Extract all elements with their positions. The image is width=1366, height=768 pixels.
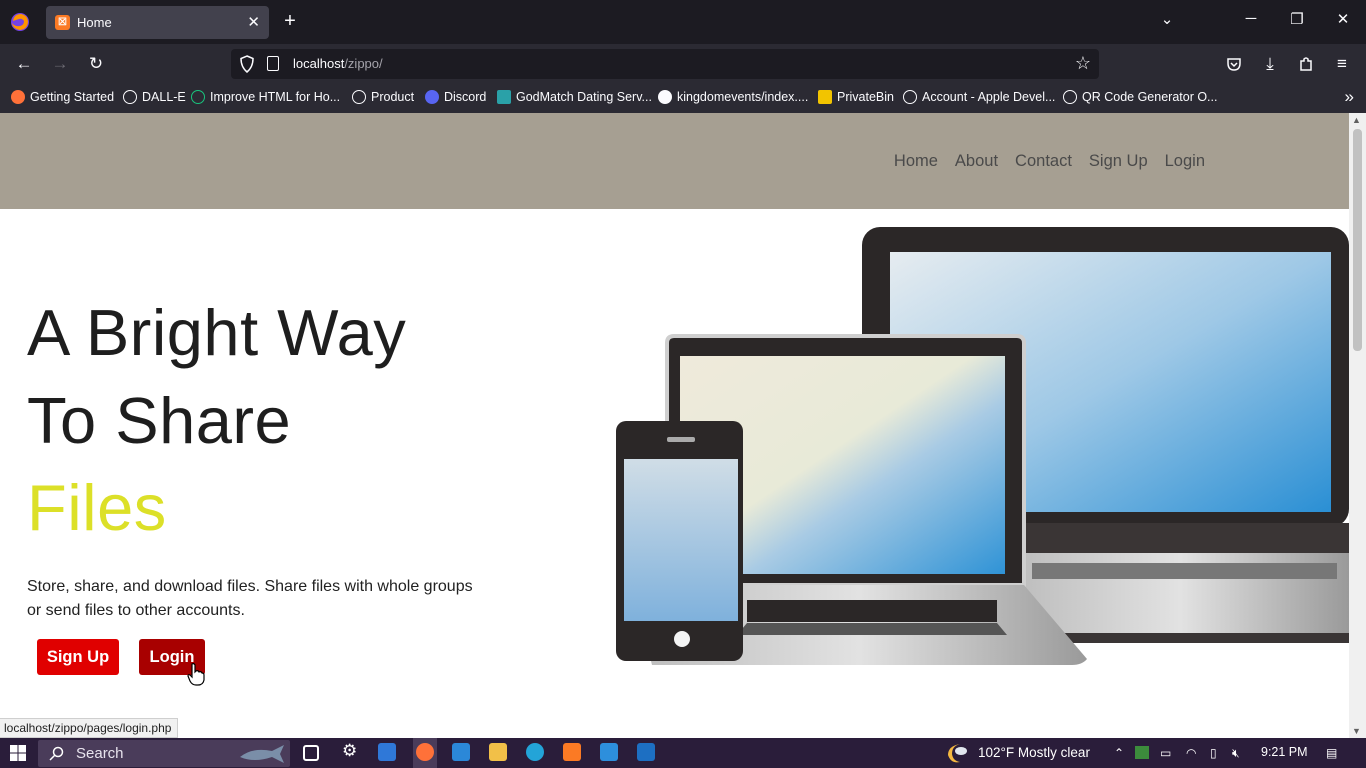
status-link-preview: localhost/zippo/pages/login.php [0, 718, 179, 738]
show-hidden-icons-icon[interactable]: ⌃ [1114, 746, 1124, 760]
clock-time[interactable]: 9:21 PM [1261, 745, 1308, 759]
bookmark-qr-code-generator[interactable]: QR Code Generator O... [1063, 90, 1217, 104]
nav-login[interactable]: Login [1165, 152, 1205, 171]
bookmark-apple-developer[interactable]: Account - Apple Devel... [903, 90, 1055, 104]
menu-icon[interactable]: ≡ [1330, 53, 1354, 75]
hero-title-line-3: Files [27, 471, 167, 544]
tray-app-icon[interactable] [1135, 746, 1149, 759]
page-info-icon[interactable] [267, 56, 279, 71]
bookmark-privatebin[interactable]: PrivateBin [818, 90, 894, 104]
firefox-icon[interactable] [10, 12, 30, 32]
devices-illustration [616, 227, 1349, 665]
navigation-toolbar: ← → ↻ localhost/zippo/ ☆ ⤓ ≡ [0, 44, 1366, 84]
settings-icon[interactable]: ⚙ [342, 741, 360, 760]
scroll-down-icon[interactable]: ▼ [1352, 726, 1361, 736]
file-explorer-icon[interactable] [489, 743, 507, 761]
vscode-icon[interactable] [600, 743, 618, 761]
scroll-thumb[interactable] [1353, 129, 1362, 351]
task-view-icon[interactable] [303, 745, 319, 761]
globe-icon [903, 90, 917, 104]
close-window-icon[interactable]: ✕ [1328, 10, 1358, 28]
bookmark-godmatch[interactable]: GodMatch Dating Serv... [497, 90, 652, 104]
downloads-icon[interactable]: ⤓ [1258, 53, 1282, 75]
shield-icon[interactable] [239, 55, 255, 73]
extensions-icon[interactable] [1298, 56, 1314, 72]
tab-strip: ☒ Home ✕ + ⌄ ─ ❐ ✕ [0, 0, 1366, 44]
list-tabs-icon[interactable]: ⌄ [1152, 10, 1182, 28]
volume-muted-icon[interactable]: 🔇︎ [1232, 746, 1240, 761]
edge-icon[interactable] [526, 743, 544, 761]
sign-up-button[interactable]: Sign Up [37, 639, 119, 675]
new-tab-icon[interactable]: + [280, 10, 300, 32]
site-header: Home About Contact Sign Up Login [0, 113, 1349, 209]
globe-icon [352, 90, 366, 104]
hero-description: Store, share, and download files. Share … [27, 578, 473, 619]
discord-icon [425, 90, 439, 104]
url-bar[interactable]: localhost/zippo/ ☆ [231, 49, 1099, 79]
more-bookmarks-icon[interactable]: » [1345, 87, 1354, 107]
bookmark-kingdomevents[interactable]: kingdomevents/index.... [658, 90, 808, 104]
nav-home[interactable]: Home [894, 152, 938, 171]
wifi-icon[interactable]: ◠ [1186, 746, 1196, 760]
whale-shark-icon [240, 745, 284, 763]
battery-icon[interactable]: ▭ [1160, 746, 1171, 760]
back-icon[interactable]: ← [12, 53, 36, 75]
close-tab-icon[interactable]: ✕ [247, 13, 260, 31]
url-text[interactable]: localhost/zippo/ [293, 56, 383, 71]
site-nav: Home About Contact Sign Up Login [894, 152, 1205, 171]
tab-title: Home [77, 15, 112, 30]
bookmark-product[interactable]: Product [352, 90, 414, 104]
globe-icon [1063, 90, 1077, 104]
nav-sign-up[interactable]: Sign Up [1089, 152, 1148, 171]
minimize-icon[interactable]: ─ [1236, 10, 1266, 27]
bookmark-getting-started[interactable]: Getting Started [11, 90, 114, 104]
scroll-up-icon[interactable]: ▲ [1352, 115, 1361, 125]
bookmark-discord[interactable]: Discord [425, 90, 486, 104]
mail-icon[interactable] [452, 743, 470, 761]
taskbar: Search ⚙ 102°F Mostly clear ⌃ ▭ ◠ ▯ 🔇︎ 9… [0, 738, 1366, 768]
bookmarks-toolbar: Getting Started DALL-E Improve HTML for … [0, 84, 1366, 113]
windows-start-icon[interactable] [10, 745, 26, 761]
forward-icon[interactable]: → [48, 53, 72, 75]
search-placeholder: Search [76, 745, 124, 762]
weather-moon-icon [948, 744, 967, 763]
weather-text[interactable]: 102°F Mostly clear [978, 745, 1090, 760]
xampp-icon: ☒ [55, 15, 70, 30]
taskbar-search[interactable]: Search [38, 740, 290, 767]
privatebin-icon [818, 90, 832, 104]
firefox-taskbar-icon[interactable] [416, 743, 434, 761]
microsoft-store-icon[interactable] [378, 743, 396, 761]
notifications-icon[interactable]: ▤ [1326, 746, 1337, 760]
restore-icon[interactable]: ❐ [1282, 10, 1312, 28]
search-icon [49, 746, 64, 761]
globe-icon [123, 90, 137, 104]
tab-home[interactable]: ☒ Home ✕ [46, 6, 269, 39]
hero-title-line-1: A Bright Way [27, 296, 407, 369]
pocket-icon[interactable] [1226, 56, 1242, 72]
openai-icon [191, 90, 205, 104]
outlook-icon[interactable] [637, 743, 655, 761]
device-icon[interactable]: ▯ [1210, 746, 1217, 760]
hero-title-line-2: To Share [27, 384, 292, 457]
nav-contact[interactable]: Contact [1015, 152, 1072, 171]
xampp-taskbar-icon[interactable] [563, 743, 581, 761]
page-scrollbar[interactable]: ▲ ▼ [1349, 113, 1366, 738]
page-viewport: Home About Contact Sign Up Login A Brigh… [0, 113, 1349, 738]
nav-about[interactable]: About [955, 152, 998, 171]
bookmark-improve-html[interactable]: Improve HTML for Ho... [191, 90, 340, 104]
godmatch-icon [497, 90, 511, 104]
hand-cursor-icon [187, 663, 205, 686]
github-icon [658, 90, 672, 104]
firefox-icon [11, 90, 25, 104]
bookmark-dall-e[interactable]: DALL-E [123, 90, 186, 104]
reload-icon[interactable]: ↻ [84, 53, 108, 75]
bookmark-star-icon[interactable]: ☆ [1075, 53, 1091, 74]
